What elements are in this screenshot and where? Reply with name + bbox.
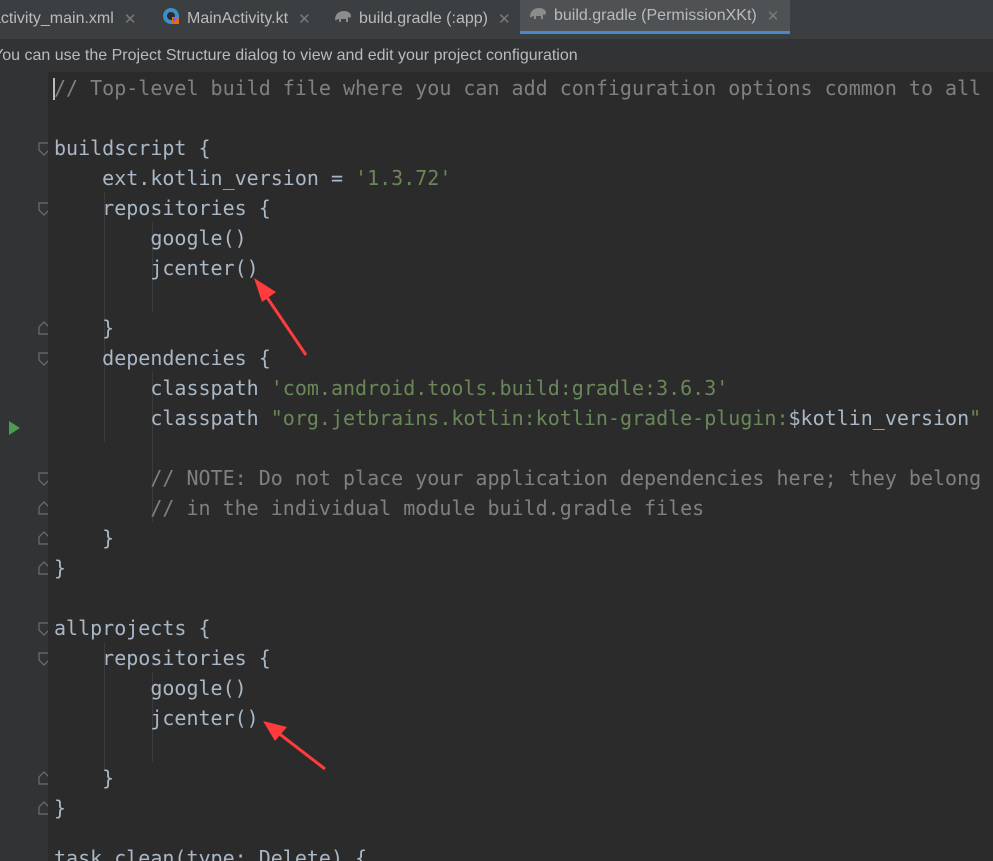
code-line-11: classpath 'com.android.tools.build:gradl… <box>54 373 728 403</box>
string-literal: " <box>969 406 982 430</box>
code-text: ext.kotlin_version = <box>54 166 356 190</box>
comment: // in the individual module build.gradle… <box>54 496 705 520</box>
code-line-19: allprojects { <box>54 613 211 643</box>
tab-activity-main-xml[interactable]: activity_main.xml ✕ <box>0 0 152 37</box>
code-line-1: // Top-level build file where you can ad… <box>54 73 993 103</box>
code-text: repositories { <box>54 196 271 220</box>
code-line-6: google() <box>54 223 247 253</box>
gradle-elephant-icon <box>333 8 353 29</box>
close-icon[interactable]: ✕ <box>498 10 511 28</box>
code-line-14: // NOTE: Do not place your application d… <box>54 463 981 493</box>
string-literal: '1.3.72' <box>355 166 452 190</box>
code-line-22: jcenter() <box>54 703 259 733</box>
code-line-3: buildscript { <box>54 133 211 163</box>
tab-label: build.gradle (:app) <box>359 9 488 27</box>
code-text: repositories { <box>54 646 271 670</box>
code-editor[interactable]: // Top-level build file where you can ad… <box>48 72 993 861</box>
code-line-12: classpath "org.jetbrains.kotlin:kotlin-g… <box>54 403 981 433</box>
editor-tab-bar: activity_main.xml ✕ MainActivity.kt ✕ bu… <box>0 0 993 40</box>
code-line-20: repositories { <box>54 643 271 673</box>
code-text: } <box>54 766 115 790</box>
code-line-15: // in the individual module build.gradle… <box>54 493 704 523</box>
code-line-9: } <box>54 313 114 343</box>
project-structure-notification: You can use the Project Structure dialog… <box>0 40 993 73</box>
code-text: allprojects { <box>54 616 211 640</box>
run-icon[interactable] <box>9 421 20 435</box>
code-text: dependencies { <box>54 346 271 370</box>
code-line-16: } <box>54 523 114 553</box>
code-line-27: task clean(type: Delete) { <box>54 843 367 861</box>
code-line-4: ext.kotlin_version = '1.3.72' <box>54 163 451 193</box>
code-text: } <box>54 796 67 820</box>
comment: // Top-level build file where you can ad… <box>54 76 982 100</box>
tab-mainactivity-kt[interactable]: MainActivity.kt ✕ <box>161 0 326 37</box>
code-line-5: repositories { <box>54 193 271 223</box>
code-line-10: dependencies { <box>54 343 271 373</box>
code-text: google() <box>54 676 247 700</box>
close-icon[interactable]: ✕ <box>298 10 311 28</box>
code-text: jcenter() <box>54 706 259 730</box>
tab-label: build.gradle (PermissionXKt) <box>554 6 757 24</box>
close-icon[interactable]: ✕ <box>767 7 780 25</box>
string-literal: 'com.android.tools.build:gradle:3.6.3' <box>270 376 729 400</box>
code-text: } <box>54 316 115 340</box>
code-line-7: jcenter() <box>54 253 259 283</box>
editor-gutter <box>0 72 50 861</box>
kotlin-file-icon <box>161 6 181 31</box>
code-text: } <box>54 556 67 580</box>
code-text: jcenter() <box>54 256 259 280</box>
code-text: buildscript { <box>54 136 211 160</box>
tab-build-gradle-permissionxkt[interactable]: build.gradle (PermissionXKt) ✕ <box>520 0 790 34</box>
code-text: google() <box>54 226 247 250</box>
close-icon[interactable]: ✕ <box>124 10 137 28</box>
text-cursor <box>53 78 55 100</box>
code-line-21: google() <box>54 673 247 703</box>
string-template-variable: $kotlin_version <box>788 406 970 430</box>
code-line-25: } <box>54 793 66 823</box>
code-line-17: } <box>54 553 66 583</box>
code-text: } <box>54 526 115 550</box>
tab-build-gradle-app[interactable]: build.gradle (:app) ✕ <box>333 0 517 37</box>
code-text: classpath <box>54 406 271 430</box>
gradle-elephant-icon <box>528 5 548 26</box>
code-line-24: } <box>54 763 114 793</box>
tab-label: activity_main.xml <box>0 9 114 27</box>
notification-text: You can use the Project Structure dialog… <box>0 47 578 64</box>
comment: // NOTE: Do not place your application d… <box>54 466 982 490</box>
code-text: task clean(type: Delete) { <box>54 846 368 861</box>
tab-label: MainActivity.kt <box>187 9 289 27</box>
string-literal: "org.jetbrains.kotlin:kotlin-gradle-plug… <box>270 406 789 430</box>
code-text: classpath <box>54 376 271 400</box>
